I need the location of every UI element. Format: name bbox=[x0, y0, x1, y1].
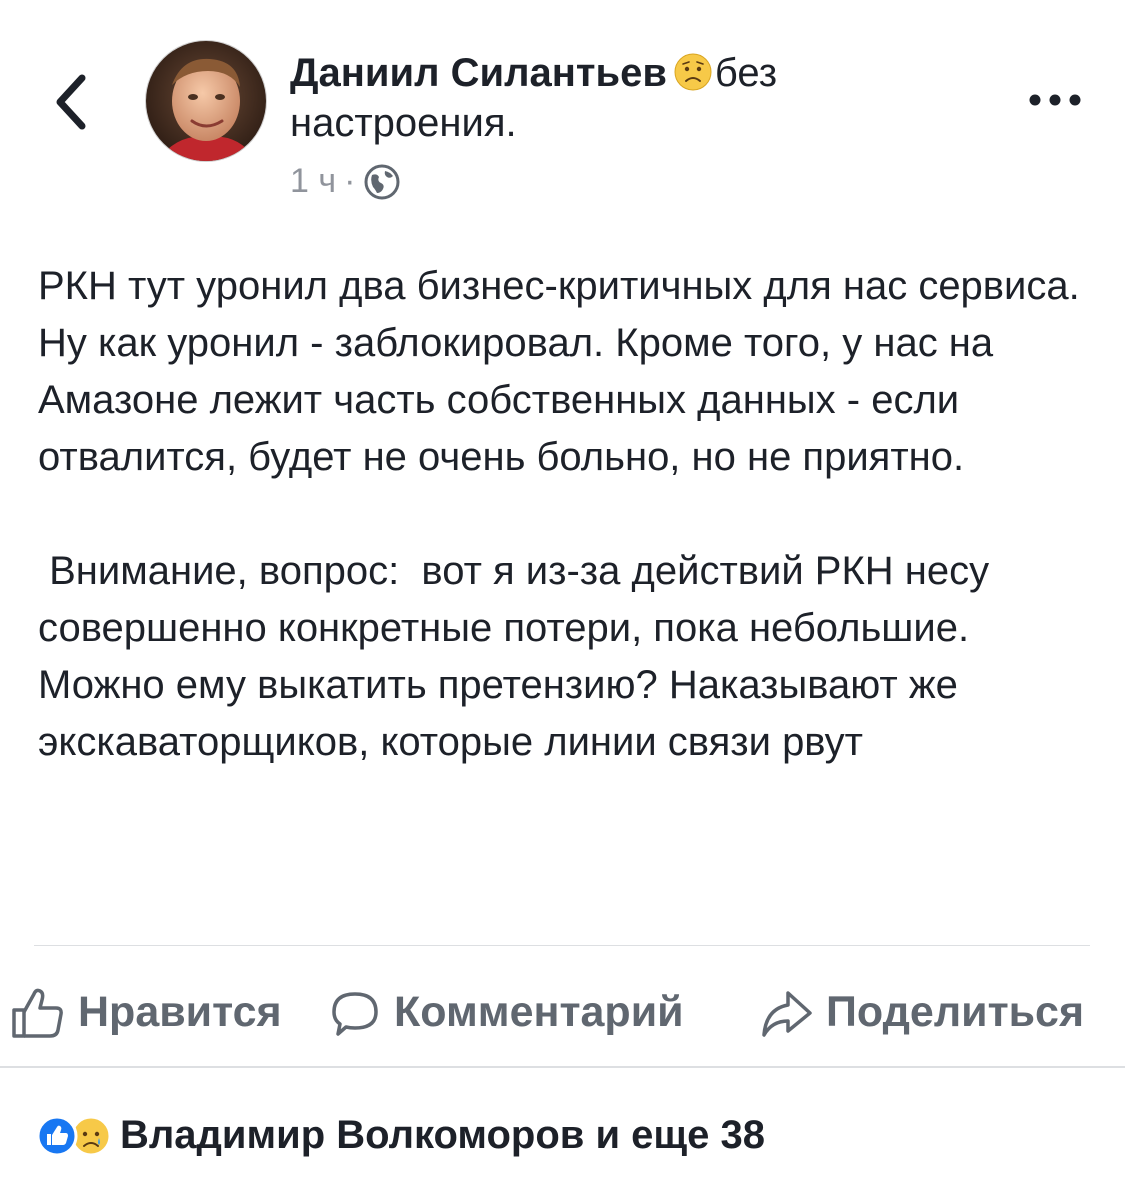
chevron-left-icon bbox=[56, 74, 86, 130]
post-header: Даниил Силантьев без настроения. 1 ч · bbox=[0, 0, 1125, 220]
reactions-text: Владимир Волкоморов и еще 38 bbox=[120, 1112, 765, 1157]
sad-face-icon bbox=[674, 53, 712, 91]
avatar[interactable] bbox=[145, 40, 267, 162]
author-line: Даниил Силантьев без настроения. bbox=[290, 48, 930, 148]
post-text: РКН тут уронил два бизнес-критичных для … bbox=[38, 258, 1098, 771]
like-button[interactable]: Нравится bbox=[8, 965, 282, 1060]
comment-icon bbox=[332, 991, 378, 1036]
more-options-button[interactable] bbox=[1020, 80, 1090, 120]
reactions-summary[interactable]: Владимир Волкоморов и еще 38 bbox=[36, 1105, 765, 1165]
feeling-text-2: настроения. bbox=[290, 101, 517, 145]
thumbs-up-icon bbox=[12, 988, 63, 1038]
comment-label: Комментарий bbox=[394, 988, 684, 1036]
post-paragraph-1: РКН тут уронил два бизнес-критичных для … bbox=[38, 264, 1091, 479]
author-name[interactable]: Даниил Силантьев bbox=[290, 51, 667, 95]
reaction-icons bbox=[36, 1111, 146, 1159]
post-actions-bar: Нравится Комментарий Поделиться bbox=[0, 965, 1125, 1060]
back-button[interactable] bbox=[40, 62, 100, 142]
comment-button[interactable]: Комментарий bbox=[328, 965, 684, 1060]
share-label: Поделиться bbox=[826, 988, 1085, 1036]
post-paragraph-2: Внимание, вопрос: вот я из-за действий Р… bbox=[38, 549, 1001, 764]
divider bbox=[34, 945, 1090, 946]
divider bbox=[0, 1066, 1125, 1068]
globe-icon bbox=[364, 164, 400, 199]
more-dots-icon bbox=[1029, 94, 1081, 106]
like-label: Нравится bbox=[78, 988, 282, 1036]
share-button[interactable]: Поделиться bbox=[758, 965, 1084, 1060]
meta-separator: · bbox=[344, 162, 356, 200]
feeling-text-1: без bbox=[714, 51, 778, 95]
avatar-image bbox=[146, 41, 266, 161]
like-icon bbox=[36, 1115, 78, 1157]
post-meta: 1 ч · bbox=[290, 162, 401, 201]
share-arrow-icon bbox=[762, 990, 812, 1037]
post-time[interactable]: 1 ч bbox=[290, 162, 336, 201]
